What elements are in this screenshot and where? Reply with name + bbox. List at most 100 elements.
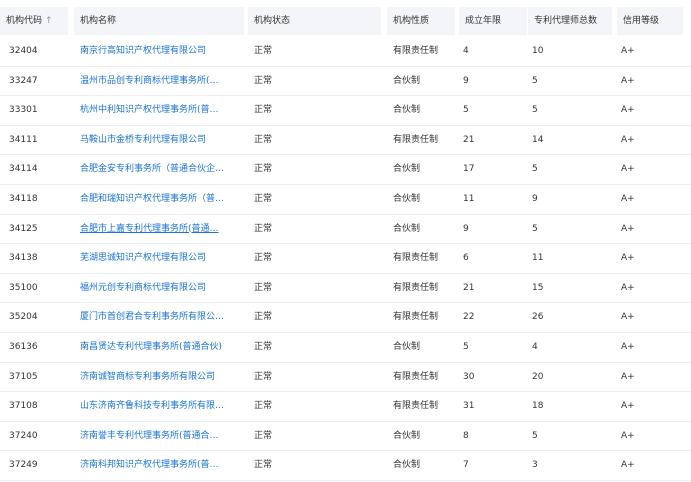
agency-agent-count: 14 <box>532 134 544 145</box>
agency-agent-count: 10 <box>532 46 544 56</box>
agency-type: 合伙制 <box>393 75 421 86</box>
agency-credit-rating: A+ <box>621 193 635 204</box>
agency-status: 正常 <box>254 371 273 382</box>
agency-name-link[interactable]: 芜湖思诚知识产权代理有限公司 <box>80 244 238 273</box>
agency-name-link[interactable]: 温州市品创专利商标代理事务所(… <box>80 67 238 96</box>
table-row: 34138 芜湖思诚知识产权代理有限公司 正常 有限责任制 6 11 A+ <box>0 244 691 274</box>
column-header-name-label: 机构名称 <box>80 16 117 26</box>
agency-status: 正常 <box>254 75 273 86</box>
agency-table: 机构代码 ↑ 机构名称 机构状态 机构性质 成立年限 专利代理师总数 信用等级 3… <box>0 0 691 482</box>
table-row: 34114 合肥金安专利事务所（普通合伙企… 正常 合伙制 17 5 A+ <box>0 155 691 185</box>
agency-code: 37249 <box>9 460 38 471</box>
sort-ascending-icon[interactable]: ↑ <box>45 16 53 26</box>
table-row: 35100 福州元创专利商标代理有限公司 正常 有限责任制 21 15 A+ <box>0 274 691 304</box>
agency-years: 4 <box>463 46 469 56</box>
agency-years: 30 <box>463 371 475 382</box>
agency-type: 合伙制 <box>393 430 421 441</box>
agency-status: 正常 <box>254 282 273 293</box>
agency-years: 21 <box>463 134 475 145</box>
agency-years: 5 <box>463 341 469 352</box>
agency-name-link[interactable]: 马鞍山市金桥专利代理有限公司 <box>80 126 238 155</box>
table-row: 32404 南京行高知识产权代理有限公司 正常 有限责任制 4 10 A+ <box>0 37 691 67</box>
agency-type: 合伙制 <box>393 193 421 204</box>
agency-status: 正常 <box>254 253 273 264</box>
column-header-name[interactable]: 机构名称 <box>74 7 244 35</box>
agency-name-link[interactable]: 济南誉丰专利代理事务所(普通合… <box>80 422 238 451</box>
agency-status: 正常 <box>254 193 273 204</box>
agency-status: 正常 <box>254 430 273 441</box>
table-body: 32404 南京行高知识产权代理有限公司 正常 有限责任制 4 10 A+ 33… <box>0 37 691 481</box>
agency-type: 合伙制 <box>393 105 421 116</box>
column-header-agents[interactable]: 专利代理师总数 <box>528 7 612 35</box>
agency-status: 正常 <box>254 134 273 145</box>
column-header-type[interactable]: 机构性质 <box>387 7 455 35</box>
agency-years: 22 <box>463 312 475 323</box>
agency-code: 35100 <box>9 282 38 293</box>
table-header: 机构代码 ↑ 机构名称 机构状态 机构性质 成立年限 专利代理师总数 信用等级 <box>0 0 691 37</box>
agency-type: 合伙制 <box>393 223 421 234</box>
agency-name-link[interactable]: 合肥金安专利事务所（普通合伙企… <box>80 155 238 184</box>
agency-name-link[interactable]: 杭州中利知识产权代理事务所(普… <box>80 96 238 125</box>
agency-credit-rating: A+ <box>621 430 635 441</box>
column-header-credit[interactable]: 信用等级 <box>617 7 683 35</box>
agency-agent-count: 5 <box>532 223 538 234</box>
agency-type: 合伙制 <box>393 164 421 175</box>
agency-name-link[interactable]: 福州元创专利商标代理有限公司 <box>80 274 238 303</box>
agency-credit-rating: A+ <box>621 401 635 412</box>
agency-status: 正常 <box>254 401 273 412</box>
agency-name-link[interactable]: 合肥和瑞知识产权代理事务所（普… <box>80 185 238 214</box>
column-header-years[interactable]: 成立年限 <box>459 7 527 35</box>
agency-type: 合伙制 <box>393 460 421 471</box>
agency-credit-rating: A+ <box>621 75 635 86</box>
agency-code: 32404 <box>9 46 38 56</box>
agency-code: 34125 <box>9 223 38 234</box>
column-header-type-label: 机构性质 <box>393 16 430 26</box>
agency-code: 36136 <box>9 341 38 352</box>
agency-status: 正常 <box>254 223 273 234</box>
agency-agent-count: 3 <box>532 460 538 471</box>
agency-credit-rating: A+ <box>621 223 635 234</box>
column-header-status[interactable]: 机构状态 <box>248 7 381 35</box>
column-header-credit-label: 信用等级 <box>623 16 660 26</box>
agency-name-link[interactable]: 济南诚智商标专利事务所有限公司 <box>80 363 238 392</box>
table-row: 34125 合肥市上嘉专利代理事务所(普通… 正常 合伙制 9 5 A+ <box>0 215 691 245</box>
agency-type: 合伙制 <box>393 341 421 352</box>
agency-years: 6 <box>463 253 469 264</box>
agency-name-link[interactable]: 山东济南齐鲁科技专利事务所有限… <box>80 392 238 421</box>
agency-credit-rating: A+ <box>621 282 635 293</box>
agency-type: 有限责任制 <box>393 312 439 323</box>
agency-name-link[interactable]: 南京行高知识产权代理有限公司 <box>80 37 238 66</box>
agency-code: 34114 <box>9 164 38 175</box>
agency-agent-count: 11 <box>532 253 544 264</box>
table-row: 33247 温州市品创专利商标代理事务所(… 正常 合伙制 9 5 A+ <box>0 67 691 97</box>
agency-name-link[interactable]: 合肥市上嘉专利代理事务所(普通… <box>80 215 238 244</box>
agency-agent-count: 5 <box>532 75 538 86</box>
agency-code: 34118 <box>9 193 38 204</box>
agency-years: 7 <box>463 460 469 471</box>
agency-type: 有限责任制 <box>393 46 439 56</box>
agency-agent-count: 5 <box>532 164 538 175</box>
agency-credit-rating: A+ <box>621 341 635 352</box>
table-row: 34118 合肥和瑞知识产权代理事务所（普… 正常 合伙制 11 9 A+ <box>0 185 691 215</box>
agency-agent-count: 9 <box>532 193 538 204</box>
agency-years: 8 <box>463 430 469 441</box>
agency-status: 正常 <box>254 312 273 323</box>
agency-status: 正常 <box>254 105 273 116</box>
agency-code: 37105 <box>9 371 38 382</box>
agency-agent-count: 5 <box>532 105 538 116</box>
agency-name-link[interactable]: 济南科邦知识产权代理事务所(普… <box>80 451 238 480</box>
table-row: 36136 南昌贤达专利代理事务所(普通合伙) 正常 合伙制 5 4 A+ <box>0 333 691 363</box>
agency-credit-rating: A+ <box>621 460 635 471</box>
agency-name-link[interactable]: 南昌贤达专利代理事务所(普通合伙) <box>80 333 238 362</box>
agency-name-link[interactable]: 厦门市首创君合专利事务所有限公… <box>80 303 238 332</box>
agency-code: 37240 <box>9 430 38 441</box>
column-header-code[interactable]: 机构代码 ↑ <box>0 7 68 35</box>
table-row: 37249 济南科邦知识产权代理事务所(普… 正常 合伙制 7 3 A+ <box>0 451 691 481</box>
agency-status: 正常 <box>254 46 273 56</box>
agency-type: 有限责任制 <box>393 282 439 293</box>
agency-years: 21 <box>463 282 475 293</box>
agency-code: 34138 <box>9 253 38 264</box>
agency-agent-count: 26 <box>532 312 544 323</box>
agency-agent-count: 20 <box>532 371 544 382</box>
agency-agent-count: 18 <box>532 401 544 412</box>
